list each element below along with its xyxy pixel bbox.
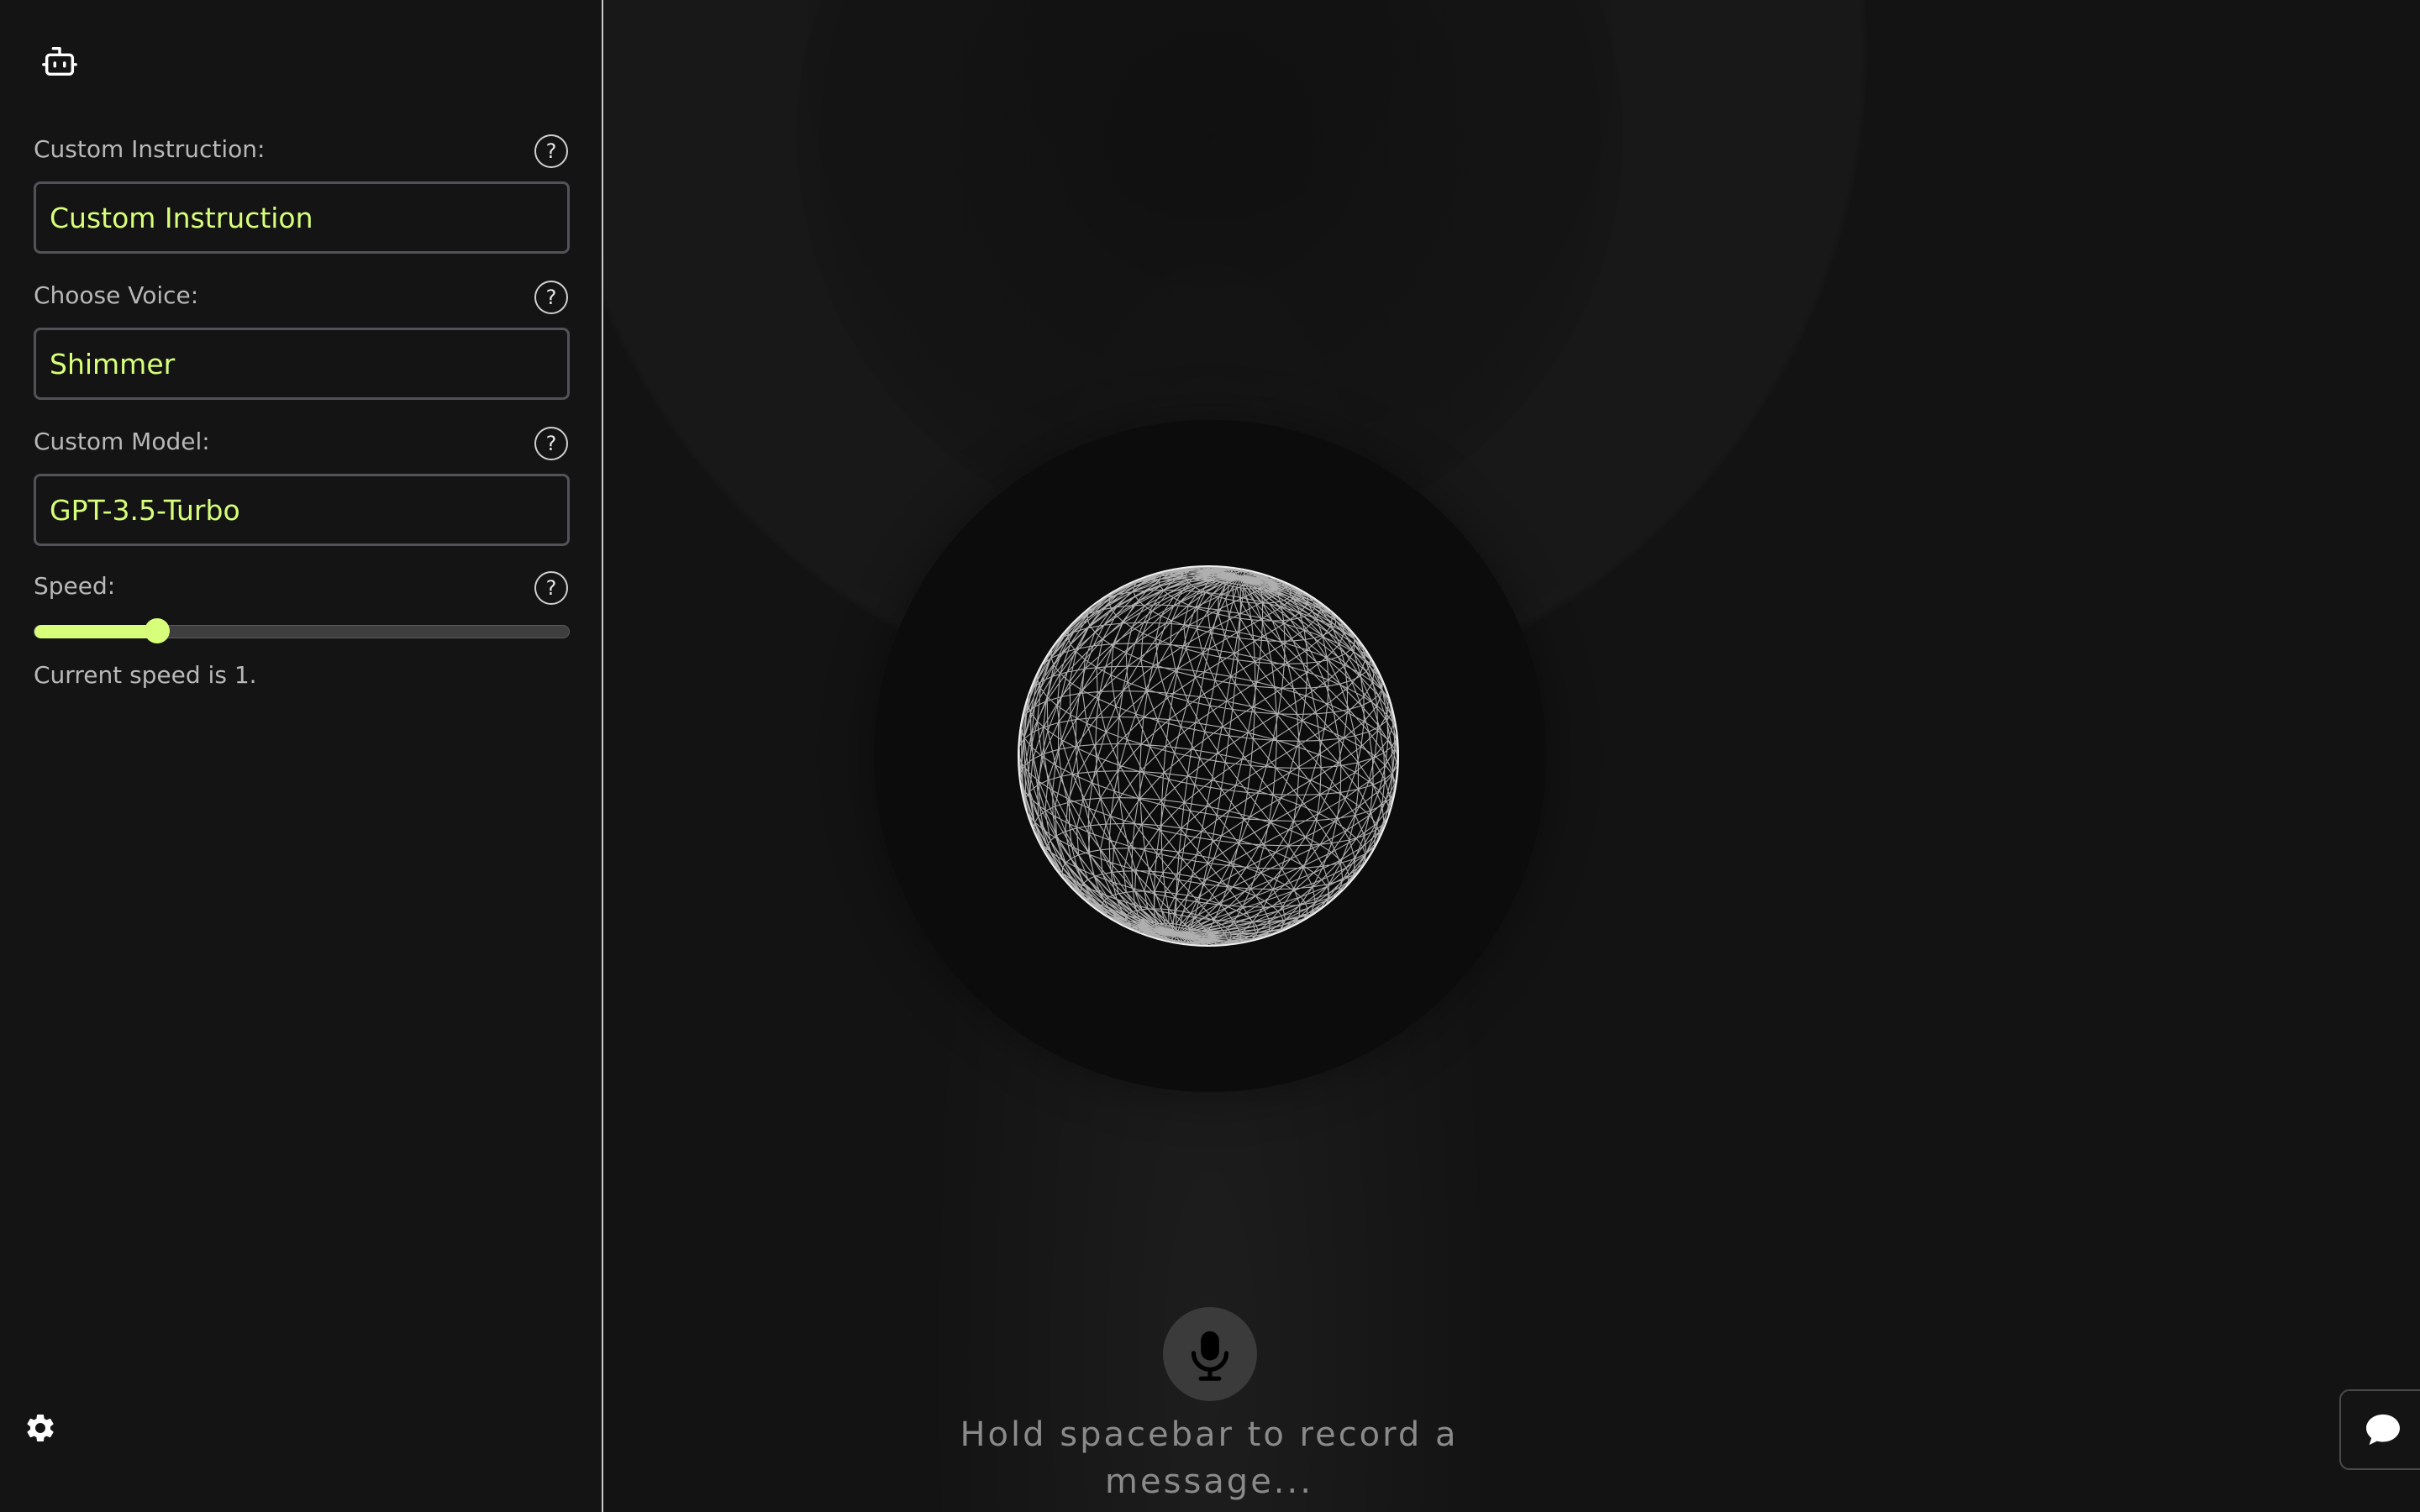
custom-model-input[interactable] <box>34 474 570 546</box>
speed-help-icon[interactable]: ? <box>534 571 568 605</box>
speed-status-text: Current speed is 1. <box>34 661 257 689</box>
custom-instruction-help-icon[interactable]: ? <box>534 134 568 168</box>
speed-slider[interactable] <box>34 618 570 643</box>
microphone-icon <box>1191 1331 1229 1381</box>
custom-instruction-input[interactable] <box>34 181 570 254</box>
record-hint-text: Hold spacebar to record a message... <box>960 1415 1459 1501</box>
app-root: Custom Instruction: ? Choose Voice: ? Cu… <box>0 0 2420 1512</box>
wireframe-sphere <box>1018 565 1399 947</box>
bot-icon[interactable] <box>40 42 79 81</box>
speed-slider-thumb[interactable] <box>145 618 171 643</box>
choose-voice-help-icon[interactable]: ? <box>534 281 568 314</box>
settings-sidebar: Custom Instruction: ? Choose Voice: ? Cu… <box>0 0 603 1512</box>
custom-model-help-icon[interactable]: ? <box>534 427 568 460</box>
choose-voice-label: Choose Voice: <box>34 281 199 309</box>
choose-voice-input[interactable] <box>34 328 570 400</box>
chat-bubble-icon <box>2366 1414 2400 1446</box>
custom-instruction-label: Custom Instruction: <box>34 135 266 163</box>
gear-icon[interactable] <box>24 1411 57 1445</box>
microphone-button[interactable] <box>1163 1307 1257 1401</box>
voice-stage: Hold spacebar to record a message... <box>603 0 2420 1512</box>
chat-button[interactable] <box>2339 1389 2420 1470</box>
sphere-wireframe-lines <box>1018 565 1399 947</box>
speed-slider-fill <box>34 625 158 638</box>
speed-label: Speed: <box>34 572 116 600</box>
custom-model-label: Custom Model: <box>34 428 210 455</box>
